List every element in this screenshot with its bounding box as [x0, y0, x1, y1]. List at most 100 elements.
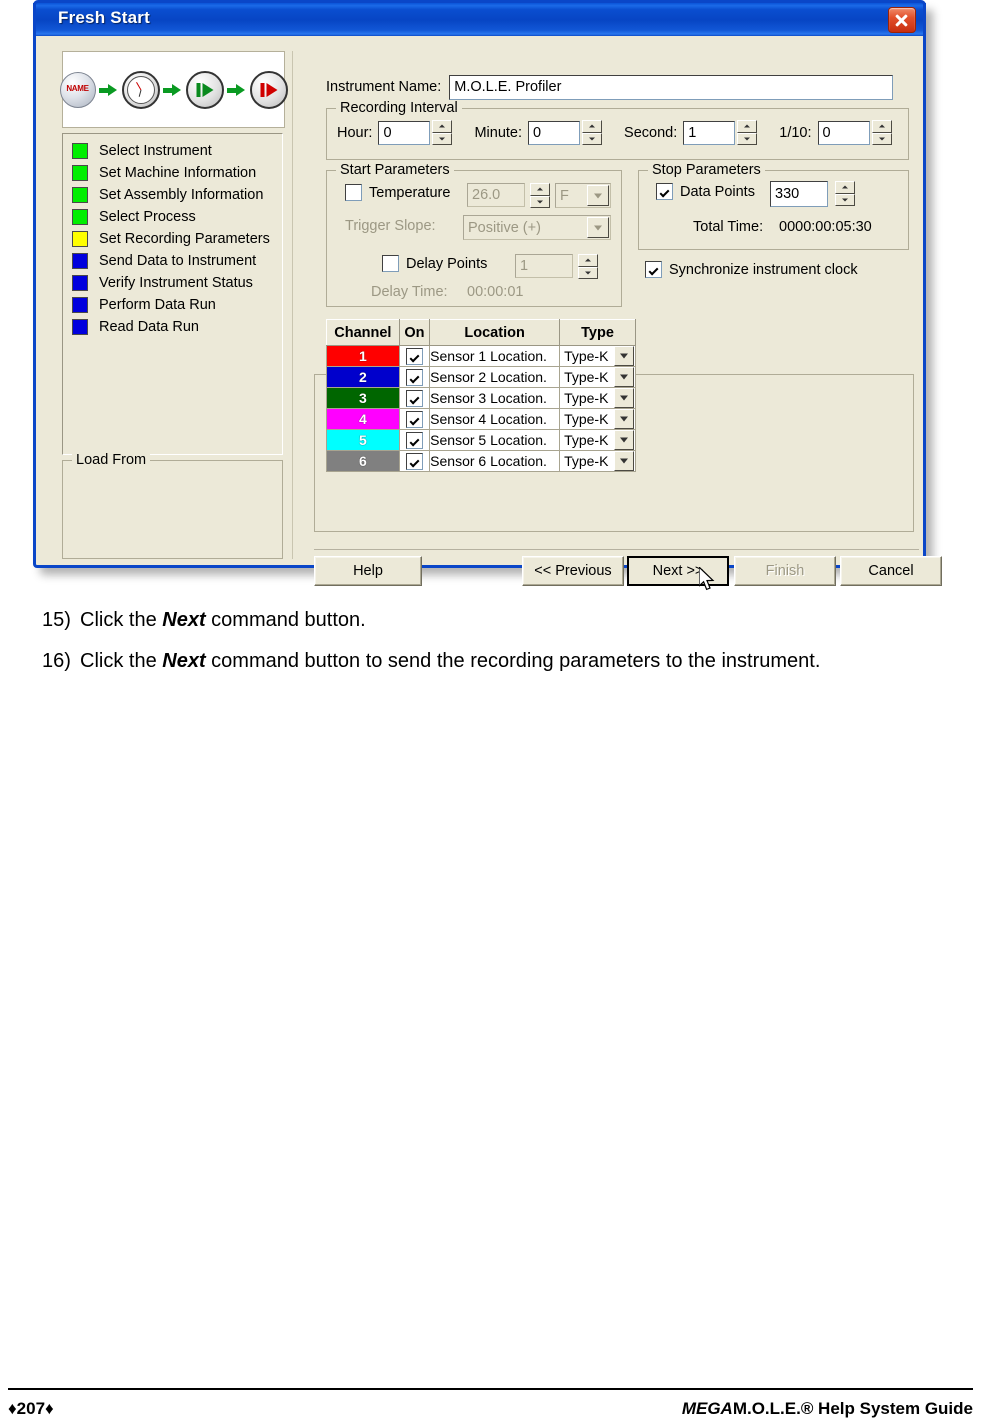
hour-input[interactable] [378, 120, 431, 145]
table-row[interactable]: 4 Sensor 4 Location. Type-K [326, 408, 636, 430]
list-item: 16) Click the Next command button to sen… [42, 648, 922, 675]
channel-location[interactable]: Sensor 2 Location. [429, 366, 561, 388]
second-label: Second: [624, 124, 678, 141]
sidebar-item-set-machine-information[interactable]: Set Machine Information [63, 162, 282, 184]
list-item-text: Click the Next command button. [80, 607, 922, 634]
minute-stepper[interactable] [582, 120, 603, 145]
sync-clock-label: Synchronize instrument clock [669, 261, 858, 278]
previous-button[interactable]: << Previous [522, 556, 624, 586]
temperature-row: Temperature [345, 184, 450, 201]
delay-points-checkbox[interactable] [382, 255, 399, 272]
wizard-step-list: Select Instrument Set Machine Informatio… [62, 133, 283, 455]
sidebar-item-select-process[interactable]: Select Process [63, 206, 282, 228]
channel-type-cell[interactable]: Type-K [559, 408, 636, 430]
delay-points-row: Delay Points [382, 255, 487, 272]
close-icon[interactable] [888, 7, 916, 33]
channel-location[interactable]: Sensor 4 Location. [429, 408, 561, 430]
red-play-icon [249, 70, 288, 109]
button-separator [314, 549, 919, 550]
table-row[interactable]: 2 Sensor 2 Location. Type-K [326, 366, 636, 388]
second-input[interactable] [683, 120, 736, 145]
guide-brand: MEGA [681, 1399, 733, 1418]
sidebar-item-set-recording-parameters[interactable]: Set Recording Parameters [63, 228, 282, 250]
instruction-list: 15) Click the Next command button. 16) C… [42, 607, 922, 689]
help-button[interactable]: Help [314, 556, 422, 586]
channel-location[interactable]: Sensor 5 Location. [429, 429, 561, 451]
tenth-input[interactable] [817, 120, 870, 145]
temperature-unit-select: F [555, 183, 611, 208]
dialog-client-area: NAME Select Instrument Set Machine Infor… [36, 36, 942, 591]
table-row[interactable]: 6 Sensor 6 Location. Type-K [326, 450, 636, 472]
page-footer: ♦207♦ MEGAM.O.L.E.® Help System Guide [8, 1396, 973, 1422]
data-points-checkbox[interactable] [656, 183, 673, 200]
mouse-cursor-icon [699, 567, 715, 591]
channel-on-cell[interactable] [398, 387, 431, 409]
data-points-stepper[interactable] [835, 181, 855, 206]
channel-number: 3 [326, 387, 400, 409]
channel-type-cell[interactable]: Type-K [559, 345, 636, 367]
channel-type-value: Type-K [564, 411, 609, 427]
chevron-down-icon[interactable] [614, 409, 634, 429]
text-post: command button. [205, 609, 366, 631]
table-row[interactable]: 1 Sensor 1 Location. Type-K [326, 345, 636, 367]
dialog-title: Fresh Start [58, 8, 150, 27]
channel-on-checkbox[interactable] [405, 452, 423, 470]
channel-type-cell[interactable]: Type-K [559, 450, 636, 472]
trigger-slope-value: Positive (+) [468, 219, 541, 236]
footer-divider [8, 1388, 973, 1390]
channel-on-checkbox[interactable] [405, 368, 423, 386]
instrument-name-label: Instrument Name: [326, 79, 442, 95]
sidebar-item-label: Verify Instrument Status [99, 275, 253, 291]
recording-interval-legend: Recording Interval [336, 100, 462, 116]
channel-on-cell[interactable] [398, 450, 431, 472]
minute-label: Minute: [474, 124, 523, 141]
status-swatch-icon [72, 297, 88, 313]
channel-on-checkbox[interactable] [405, 347, 423, 365]
table-row[interactable]: 5 Sensor 5 Location. Type-K [326, 429, 636, 451]
chevron-down-icon[interactable] [614, 430, 634, 450]
temperature-value-input [467, 183, 525, 207]
channel-on-checkbox[interactable] [405, 389, 423, 407]
status-swatch-icon [72, 187, 88, 203]
sidebar-item-perform-data-run[interactable]: Perform Data Run [63, 294, 282, 316]
chevron-down-icon[interactable] [614, 367, 634, 387]
sidebar-item-select-instrument[interactable]: Select Instrument [63, 140, 282, 162]
sidebar-item-label: Perform Data Run [99, 297, 216, 313]
chevron-down-icon[interactable] [614, 388, 634, 408]
sidebar-item-label: Set Machine Information [99, 165, 257, 181]
channel-type-cell[interactable]: Type-K [559, 429, 636, 451]
chevron-down-icon[interactable] [614, 451, 634, 471]
channel-on-cell[interactable] [398, 345, 431, 367]
tenth-stepper[interactable] [871, 120, 892, 145]
text-emphasis: Next [162, 649, 206, 672]
channel-type-value: Type-K [564, 390, 609, 406]
cancel-button[interactable]: Cancel [840, 556, 942, 586]
text-emphasis: Next [162, 609, 206, 631]
channel-type-cell[interactable]: Type-K [559, 387, 636, 409]
hour-stepper[interactable] [432, 120, 453, 145]
channel-location[interactable]: Sensor 3 Location. [429, 387, 561, 409]
second-stepper[interactable] [737, 120, 758, 145]
channel-location[interactable]: Sensor 6 Location. [429, 450, 561, 472]
channel-type-value: Type-K [564, 348, 609, 364]
table-row[interactable]: 3 Sensor 3 Location. Type-K [326, 387, 636, 409]
sidebar-item-set-assembly-information[interactable]: Set Assembly Information [63, 184, 282, 206]
channel-on-checkbox[interactable] [405, 410, 423, 428]
data-points-input[interactable] [770, 181, 828, 207]
header-type: Type [559, 319, 636, 346]
channel-on-cell[interactable] [398, 366, 431, 388]
text-pre: Click the [80, 609, 163, 631]
chevron-down-icon[interactable] [614, 346, 634, 366]
instrument-name-input[interactable] [449, 74, 894, 100]
channel-on-checkbox[interactable] [405, 431, 423, 449]
sidebar-item-send-data-to-instrument[interactable]: Send Data to Instrument [63, 250, 282, 272]
sync-clock-checkbox[interactable] [645, 261, 662, 278]
channel-type-cell[interactable]: Type-K [559, 366, 636, 388]
minute-input[interactable] [528, 120, 581, 145]
channel-on-cell[interactable] [398, 429, 431, 451]
sidebar-item-read-data-run[interactable]: Read Data Run [63, 316, 282, 338]
temperature-checkbox[interactable] [345, 184, 362, 201]
channel-on-cell[interactable] [398, 408, 431, 430]
channel-location[interactable]: Sensor 1 Location. [429, 345, 561, 367]
sidebar-item-verify-instrument-status[interactable]: Verify Instrument Status [63, 272, 282, 294]
